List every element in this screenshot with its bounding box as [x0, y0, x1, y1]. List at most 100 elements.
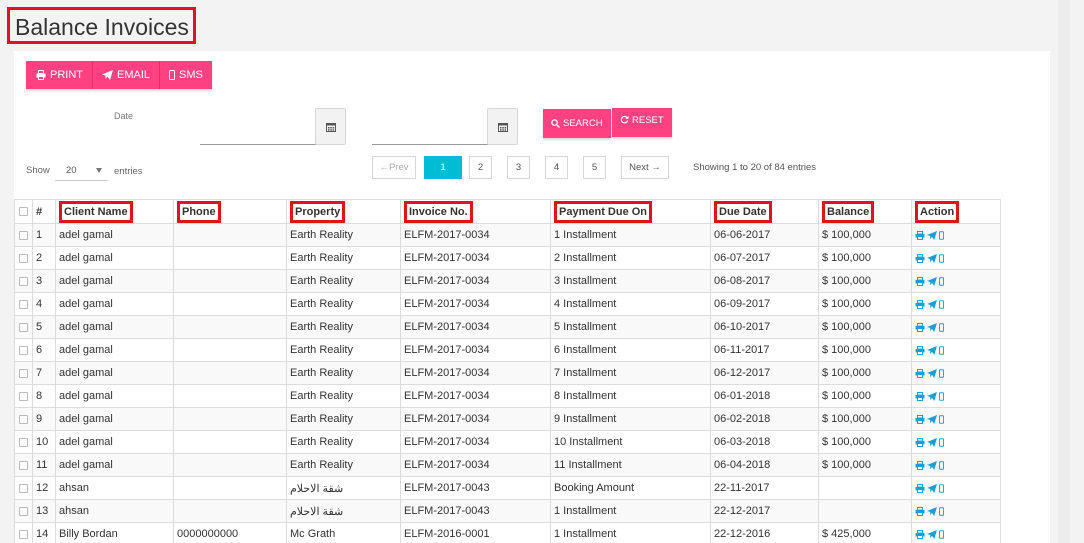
- checkbox[interactable]: [19, 506, 28, 516]
- pagination-page-3[interactable]: 3: [507, 156, 530, 179]
- row-checkbox[interactable]: [14, 453, 33, 477]
- sms-button[interactable]: SMS: [160, 61, 212, 89]
- mobile-icon[interactable]: [939, 483, 944, 493]
- phone-cell: [173, 384, 287, 408]
- mobile-icon[interactable]: [939, 276, 944, 286]
- vertical-scrollbar[interactable]: [1058, 0, 1070, 543]
- date-from-input[interactable]: [200, 108, 316, 145]
- column-header-payment-due-on[interactable]: Payment Due On: [550, 199, 711, 224]
- print-icon[interactable]: [915, 506, 925, 516]
- row-checkbox[interactable]: [14, 430, 33, 454]
- checkbox[interactable]: [19, 529, 28, 539]
- paper-plane-icon[interactable]: [927, 529, 937, 539]
- paper-plane-icon[interactable]: [927, 506, 937, 516]
- paper-plane-icon[interactable]: [927, 391, 937, 401]
- row-checkbox[interactable]: [14, 384, 33, 408]
- mobile-icon[interactable]: [939, 437, 944, 447]
- select-all-checkbox[interactable]: [14, 199, 33, 224]
- print-icon[interactable]: [915, 253, 925, 263]
- paper-plane-icon[interactable]: [927, 276, 937, 286]
- pagination-page-2[interactable]: 2: [469, 156, 492, 179]
- print-icon[interactable]: [915, 414, 925, 424]
- checkbox[interactable]: [19, 483, 28, 493]
- mobile-icon[interactable]: [939, 368, 944, 378]
- date-to-calendar-button[interactable]: [487, 108, 518, 145]
- mobile-icon[interactable]: [939, 345, 944, 355]
- row-checkbox[interactable]: [14, 499, 33, 523]
- row-checkbox[interactable]: [14, 246, 33, 270]
- mobile-icon[interactable]: [939, 506, 944, 516]
- payment-due-on-cell: 1 Installment: [550, 223, 711, 247]
- print-icon[interactable]: [915, 391, 925, 401]
- paper-plane-icon[interactable]: [927, 322, 937, 332]
- mobile-icon[interactable]: [939, 529, 944, 539]
- checkbox[interactable]: [19, 322, 28, 332]
- row-checkbox[interactable]: [14, 522, 33, 543]
- mobile-icon[interactable]: [939, 253, 944, 263]
- checkbox[interactable]: [19, 391, 28, 401]
- invoice-no-cell: ELFM-2017-0034: [400, 361, 551, 385]
- print-icon[interactable]: [915, 483, 925, 493]
- entries-length-select[interactable]: 20: [55, 161, 108, 181]
- print-icon[interactable]: [915, 437, 925, 447]
- paper-plane-icon[interactable]: [927, 460, 937, 470]
- paper-plane-icon[interactable]: [927, 368, 937, 378]
- row-checkbox[interactable]: [14, 361, 33, 385]
- checkbox[interactable]: [19, 299, 28, 309]
- mobile-icon[interactable]: [939, 391, 944, 401]
- checkbox[interactable]: [19, 230, 28, 240]
- paper-plane-icon[interactable]: [927, 253, 937, 263]
- pagination-prev-button[interactable]: ←Prev: [372, 156, 416, 179]
- checkbox[interactable]: [19, 437, 28, 447]
- mobile-icon[interactable]: [939, 414, 944, 424]
- pagination-next-button[interactable]: Next →: [621, 156, 669, 179]
- checkbox[interactable]: [19, 460, 28, 470]
- checkbox[interactable]: [19, 345, 28, 355]
- paper-plane-icon[interactable]: [927, 299, 937, 309]
- print-icon[interactable]: [915, 230, 925, 240]
- search-button[interactable]: SEARCH: [543, 109, 611, 138]
- mobile-icon[interactable]: [939, 230, 944, 240]
- row-checkbox[interactable]: [14, 223, 33, 247]
- column-header-invoice-no[interactable]: Invoice No.: [400, 199, 551, 224]
- reset-button[interactable]: RESET: [612, 108, 672, 137]
- mobile-icon[interactable]: [939, 322, 944, 332]
- pagination-page-1[interactable]: 1: [424, 156, 462, 179]
- row-checkbox[interactable]: [14, 338, 33, 362]
- mobile-icon[interactable]: [939, 299, 944, 309]
- print-icon[interactable]: [915, 460, 925, 470]
- pagination-page-5[interactable]: 5: [583, 156, 606, 179]
- column-header-client-name[interactable]: Client Name: [55, 199, 174, 224]
- row-checkbox[interactable]: [14, 315, 33, 339]
- checkbox[interactable]: [19, 276, 28, 286]
- checkbox[interactable]: [19, 207, 28, 217]
- mobile-icon[interactable]: [939, 460, 944, 470]
- paper-plane-icon[interactable]: [927, 437, 937, 447]
- row-checkbox[interactable]: [14, 407, 33, 431]
- email-button[interactable]: EMAIL: [93, 61, 161, 89]
- print-icon[interactable]: [915, 529, 925, 539]
- print-icon[interactable]: [915, 345, 925, 355]
- row-checkbox[interactable]: [14, 476, 33, 500]
- print-icon[interactable]: [915, 299, 925, 309]
- column-header-balance[interactable]: Balance: [818, 199, 912, 224]
- checkbox[interactable]: [19, 414, 28, 424]
- paper-plane-icon[interactable]: [927, 483, 937, 493]
- row-checkbox[interactable]: [14, 292, 33, 316]
- row-checkbox[interactable]: [14, 269, 33, 293]
- column-header-property[interactable]: Property: [286, 199, 401, 224]
- checkbox[interactable]: [19, 253, 28, 263]
- print-icon[interactable]: [915, 322, 925, 332]
- checkbox[interactable]: [19, 368, 28, 378]
- print-icon[interactable]: [915, 368, 925, 378]
- print-icon[interactable]: [915, 276, 925, 286]
- column-header-due-date[interactable]: Due Date: [710, 199, 819, 224]
- print-button[interactable]: PRINT: [26, 61, 93, 89]
- paper-plane-icon[interactable]: [927, 345, 937, 355]
- column-header-phone[interactable]: Phone: [173, 199, 287, 224]
- date-to-input[interactable]: [372, 108, 488, 145]
- paper-plane-icon[interactable]: [927, 230, 937, 240]
- pagination-page-4[interactable]: 4: [545, 156, 568, 179]
- date-from-calendar-button[interactable]: [315, 108, 346, 145]
- paper-plane-icon[interactable]: [927, 414, 937, 424]
